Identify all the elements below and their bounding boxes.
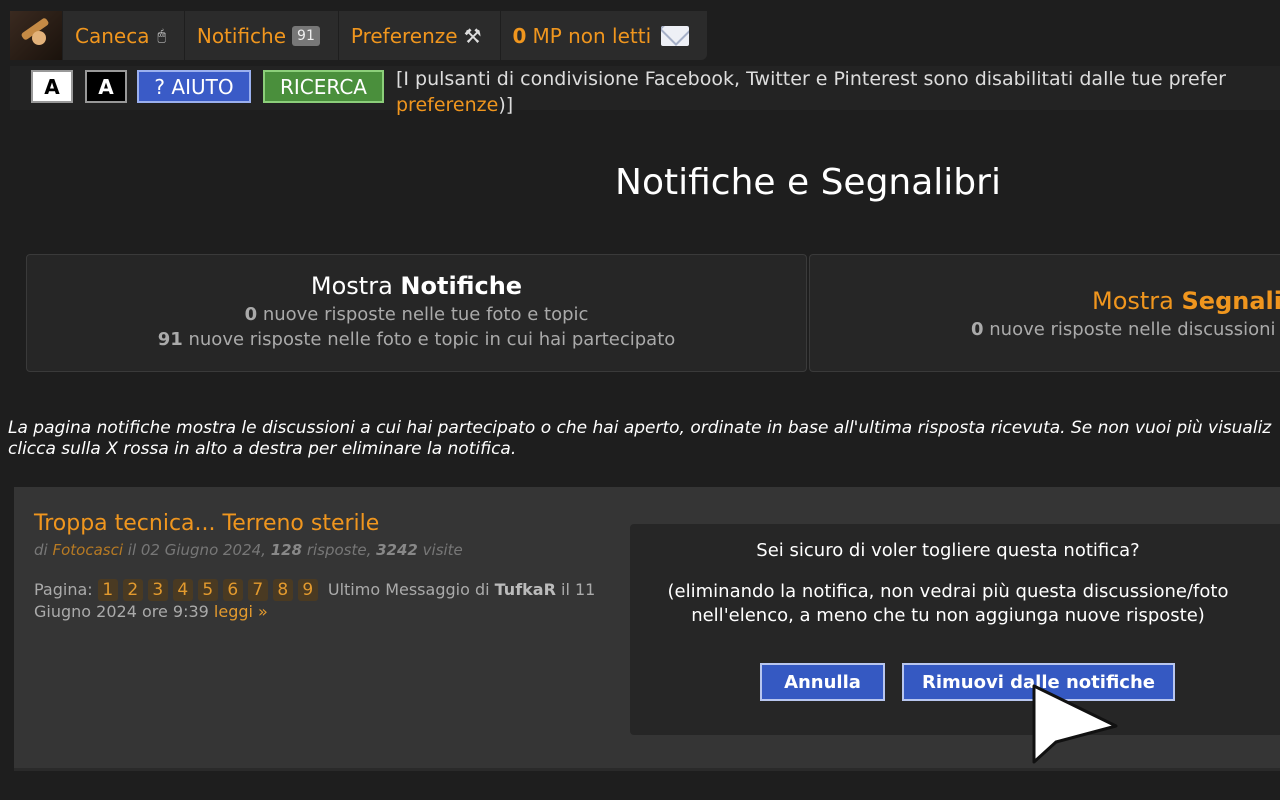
participated-text: nuove risposte nelle foto e topic in cui… (182, 329, 676, 350)
toolbar: A A ? AIUTO RICERCA [I pulsanti di condi… (10, 66, 1280, 116)
intro-line-2: clicca sulla X rossa in alto a destra pe… (8, 439, 517, 459)
username-label[interactable]: Caneca (75, 24, 149, 48)
dialog-question: Sei sicuro di voler togliere questa noti… (756, 540, 1140, 561)
share-note-text: [I pulsanti di condivisione Facebook, Tw… (396, 68, 1226, 90)
views-count: 3242 (376, 541, 418, 559)
mouse-cursor-icon (1032, 684, 1118, 764)
card-title-strong: Notifiche (400, 272, 523, 300)
nav-user[interactable]: Caneca 🖱 (62, 11, 184, 60)
bookmarks-count: 0 (971, 319, 984, 340)
topic-pager: Pagina: 123456789 Ultimo Messaggio di Tu… (34, 579, 634, 623)
page-link[interactable]: 2 (122, 579, 143, 601)
show-bookmarks-card[interactable]: Mostra Segnalib 0 nuove risposte nelle d… (809, 254, 1280, 372)
cancel-button[interactable]: Annulla (760, 663, 885, 701)
page-link[interactable]: 6 (222, 579, 243, 601)
page-title: Notifiche e Segnalibri (615, 162, 1001, 203)
topic-author-link[interactable]: Fotocasci (52, 541, 123, 559)
top-navigation: Caneca 🖱 Notifiche 91 Preferenze ⚒ 0 MP … (10, 11, 708, 60)
notifications-label[interactable]: Notifiche (197, 24, 286, 48)
intro-line-1: La pagina notifiche mostra le discussion… (8, 418, 1272, 438)
meta-di: di (34, 541, 53, 559)
replies-label: risposte, (302, 541, 377, 559)
replies-count: 128 (270, 541, 303, 559)
intro-text: La pagina notifiche mostra le discussion… (8, 418, 1280, 460)
bookmarks-title-strong: Segnalib (1181, 287, 1280, 315)
share-disabled-note: [I pulsanti di condivisione Facebook, Tw… (396, 66, 1280, 118)
mouse-icon: 🖱 (157, 27, 166, 44)
help-button[interactable]: ? AIUTO (137, 70, 251, 103)
dialog-explanation: (eliminando la notifica, non vedrai più … (630, 580, 1266, 628)
last-message-label: Ultimo Messaggio di (327, 580, 495, 599)
user-avatar[interactable] (10, 11, 62, 60)
page-link[interactable]: 1 (97, 579, 118, 601)
notifications-card-title: Mostra Notifiche (27, 272, 806, 300)
bookmarks-text: nuove risposte nelle discussioni (983, 319, 1276, 340)
dark-theme-button[interactable]: A (85, 70, 127, 103)
nav-messaggi[interactable]: 0 MP non letti (499, 11, 708, 60)
notifications-own-line: 0 nuove risposte nelle tue foto e topic (27, 304, 806, 325)
last-author[interactable]: TufkaR (495, 580, 556, 599)
bookmarks-card-title: Mostra Segnalib (810, 287, 1280, 315)
participated-count: 91 (157, 329, 183, 350)
meta-date: il 02 Giugno 2024, (123, 541, 271, 559)
page-link[interactable]: 8 (272, 579, 293, 601)
topic-title-link[interactable]: Troppa tecnica... Terreno sterile (34, 511, 379, 536)
dialog-explanation-line-1: (eliminando la notifica, non vedrai più … (667, 581, 1229, 602)
read-link[interactable]: leggi » (214, 602, 268, 621)
tools-icon: ⚒ (463, 23, 482, 48)
page-link[interactable]: 7 (247, 579, 268, 601)
bookmarks-title-prefix: Mostra (1092, 287, 1182, 315)
light-theme-button[interactable]: A (31, 70, 73, 103)
preferences-label[interactable]: Preferenze (351, 24, 458, 48)
nav-preferenze[interactable]: Preferenze ⚒ (337, 11, 500, 60)
pm-count: 0 (512, 23, 527, 48)
bookmarks-line: 0 nuove risposte nelle discussioni (810, 319, 1280, 340)
page-link[interactable]: 4 (172, 579, 193, 601)
notifications-participated-line: 91 nuove risposte nelle foto e topic in … (27, 329, 806, 350)
share-note-suffix: )] (498, 94, 514, 116)
search-button[interactable]: RICERCA (263, 70, 384, 103)
views-label: visite (417, 541, 463, 559)
page-link[interactable]: 5 (197, 579, 218, 601)
remove-notification-dialog: Sei sicuro di voler togliere questa noti… (630, 524, 1280, 735)
envelope-icon (661, 25, 690, 46)
page-link[interactable]: 9 (297, 579, 318, 601)
card-title-prefix: Mostra (310, 272, 401, 300)
dialog-explanation-line-2: nell'elenco, a meno che tu non aggiunga … (691, 605, 1205, 626)
notifications-count-badge: 91 (292, 25, 320, 46)
own-count: 0 (244, 304, 258, 325)
preferences-link[interactable]: preferenze (396, 94, 498, 116)
own-text: nuove risposte nelle tue foto e topic (257, 304, 589, 325)
page-link[interactable]: 3 (147, 579, 168, 601)
topic-meta: di Fotocasci il 02 Giugno 2024, 128 risp… (34, 541, 463, 559)
pages-label: Pagina: (34, 580, 98, 599)
nav-notifiche[interactable]: Notifiche 91 (183, 11, 338, 60)
show-notifications-card[interactable]: Mostra Notifiche 0 nuove risposte nelle … (26, 254, 807, 372)
pm-label[interactable]: MP non letti (532, 24, 651, 48)
